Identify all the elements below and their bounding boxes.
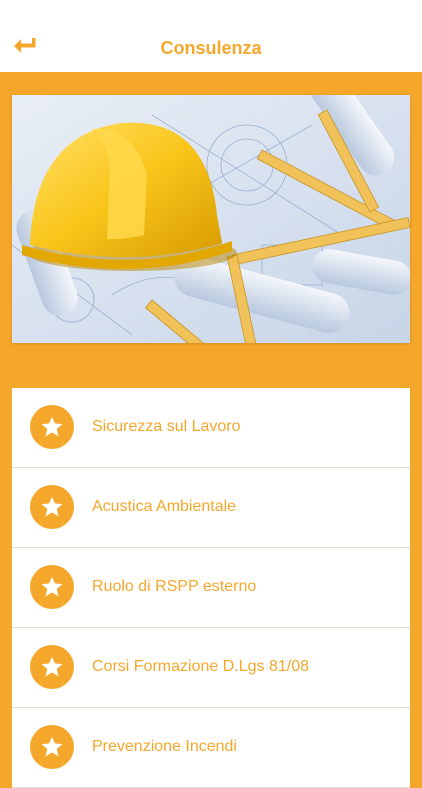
menu-item-corsi-formazione[interactable]: Corsi Formazione D.Lgs 81/08 [12,628,410,708]
star-icon [30,645,74,689]
header-bar: Consulenza [0,0,422,72]
star-icon [30,725,74,769]
menu-item-label: Prevenzione Incendi [92,738,237,755]
menu-list: Sicurezza sul Lavoro Acustica Ambientale… [12,388,410,788]
menu-item-label: Sicurezza sul Lavoro [92,418,241,435]
star-icon [30,485,74,529]
star-icon [30,565,74,609]
menu-item-label: Corsi Formazione D.Lgs 81/08 [92,658,309,675]
menu-item-prevenzione-incendi[interactable]: Prevenzione Incendi [12,708,410,788]
menu-item-label: Ruolo di RSPP esterno [92,578,257,595]
menu-item-ruolo-rspp-esterno[interactable]: Ruolo di RSPP esterno [12,548,410,628]
page-title: Consulenza [160,38,262,58]
menu-item-label: Acustica Ambientale [92,498,237,515]
star-icon [30,405,74,449]
hero-image [12,95,410,343]
menu-item-sicurezza-sul-lavoro[interactable]: Sicurezza sul Lavoro [12,388,410,468]
menu-item-acustica-ambientale[interactable]: Acustica Ambientale [12,468,410,548]
